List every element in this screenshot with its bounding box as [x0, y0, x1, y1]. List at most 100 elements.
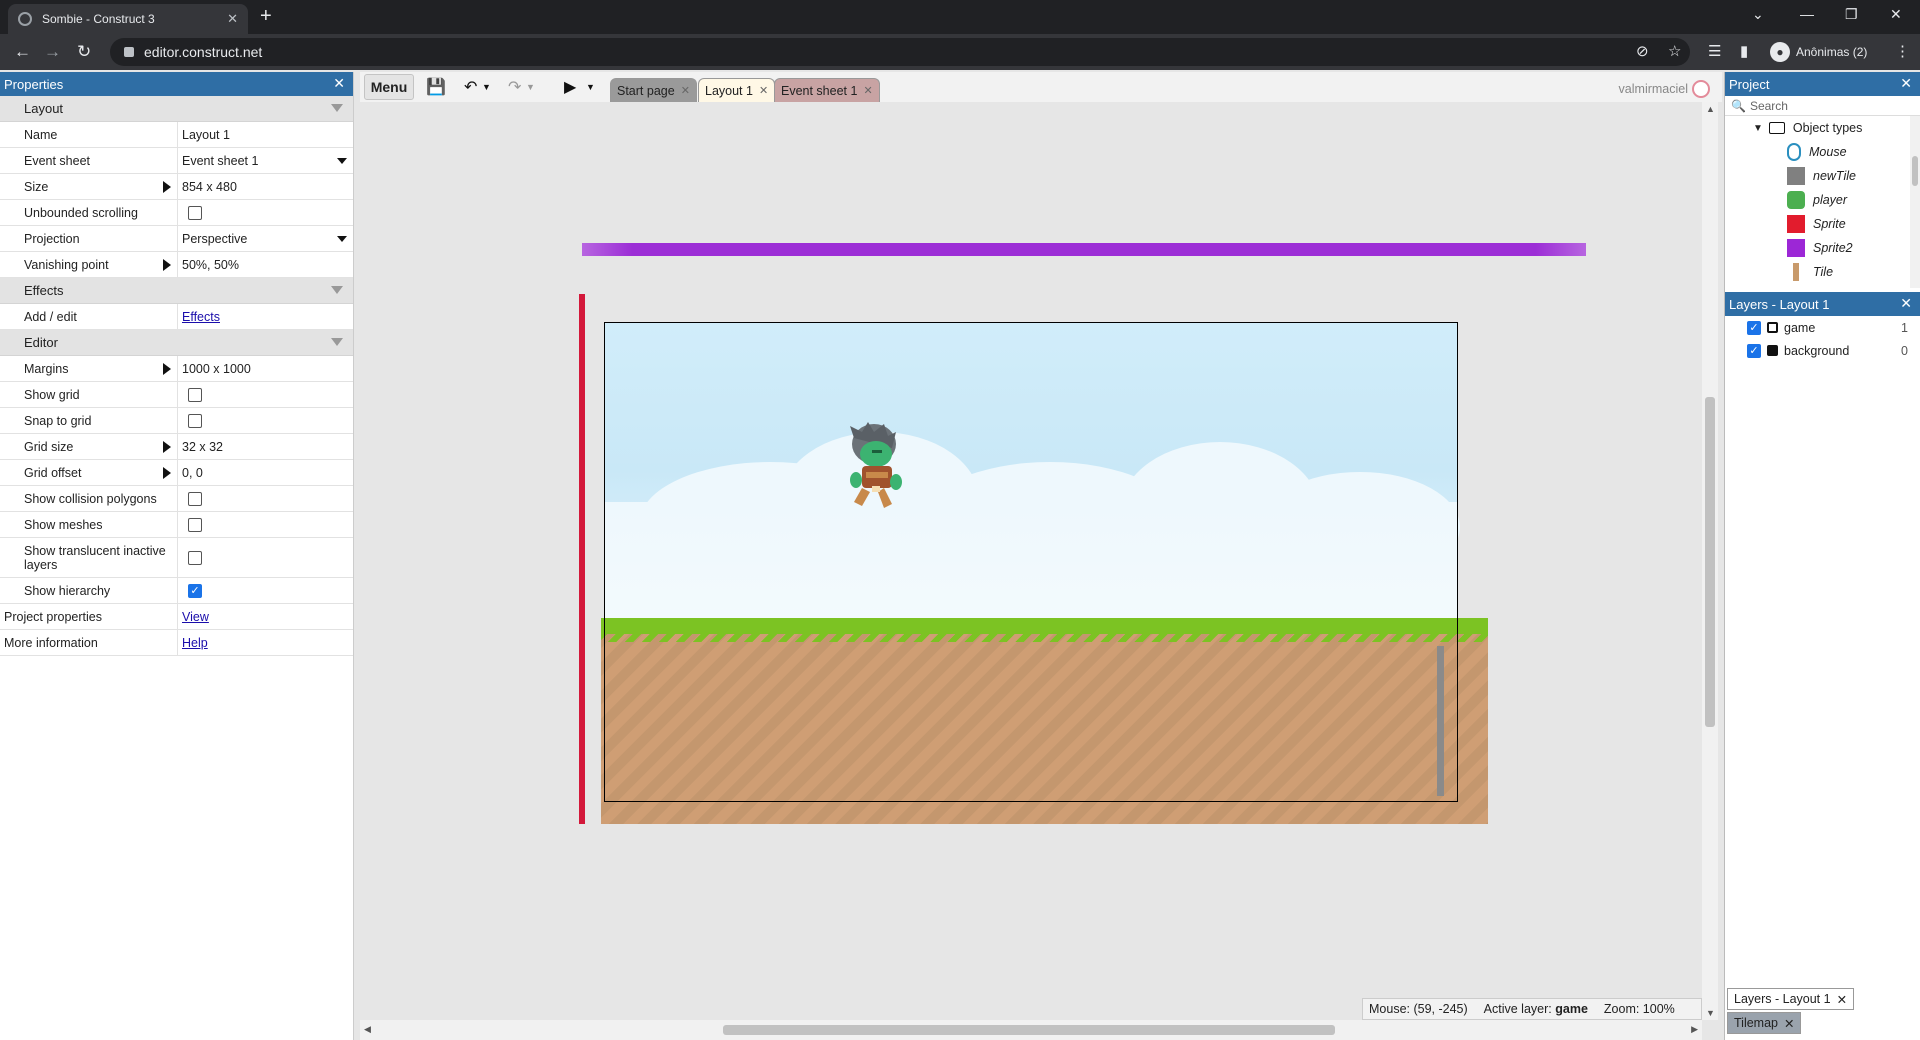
close-tab-icon[interactable]: ✕ — [1837, 992, 1847, 1007]
section-layout[interactable]: Layout — [0, 96, 353, 122]
help-link[interactable]: Help — [182, 636, 208, 650]
unbounded-scrolling-checkbox[interactable] — [188, 205, 202, 220]
scroll-up-icon[interactable]: ▲ — [1706, 104, 1715, 114]
project-search[interactable]: 🔍 Search — [1725, 96, 1920, 116]
scroll-down-icon[interactable]: ▼ — [1706, 1008, 1715, 1018]
translucent-layers-checkbox[interactable] — [188, 550, 202, 565]
redo-icon[interactable]: ↷ — [508, 77, 521, 97]
save-icon[interactable]: 💾 — [426, 77, 446, 97]
side-panel-icon[interactable]: ▮ — [1740, 42, 1748, 60]
show-hierarchy-checkbox[interactable]: ✓ — [188, 583, 202, 598]
forward-icon[interactable]: → — [44, 42, 61, 62]
menu-button[interactable]: Menu — [364, 74, 414, 100]
reload-icon[interactable]: ↻ — [77, 42, 91, 62]
profile-button[interactable]: ● Anônimas (2) — [1770, 40, 1867, 64]
object-newtile[interactable]: newTile — [1725, 164, 1920, 188]
scroll-right-icon[interactable]: ▶ — [1691, 1024, 1698, 1035]
close-tab-icon[interactable]: ✕ — [1784, 1016, 1794, 1031]
redo-dropdown-icon[interactable]: ▼ — [526, 82, 535, 92]
close-tab-icon[interactable]: ✕ — [759, 84, 768, 97]
star-icon[interactable]: ☆ — [1668, 42, 1681, 60]
sprite2-instance[interactable] — [582, 243, 1586, 256]
name-field[interactable]: Layout 1 — [178, 122, 353, 147]
layer-visible-checkbox[interactable]: ✓ — [1747, 343, 1761, 358]
scrollbar-thumb[interactable] — [723, 1025, 1335, 1035]
back-icon[interactable]: ← — [14, 42, 31, 62]
collision-polygons-checkbox[interactable] — [188, 491, 202, 506]
reading-list-icon[interactable]: ☰ — [1708, 42, 1721, 60]
object-player[interactable]: player — [1725, 188, 1920, 212]
expand-icon[interactable] — [163, 180, 171, 193]
object-sprite[interactable]: Sprite — [1725, 212, 1920, 236]
close-tab-icon[interactable]: ✕ — [227, 11, 238, 27]
new-tab-icon[interactable]: + — [260, 5, 272, 28]
tab-event-sheet-1[interactable]: Event sheet 1 ✕ — [774, 78, 880, 102]
kebab-menu-icon[interactable]: ⋮ — [1895, 42, 1910, 60]
show-meshes-checkbox[interactable] — [188, 517, 202, 532]
close-icon[interactable]: ✕ — [1900, 75, 1912, 92]
expand-icon[interactable] — [163, 258, 171, 271]
event-sheet-select[interactable]: Event sheet 1 — [178, 148, 353, 173]
tab-search-icon[interactable]: ⌄ — [1752, 6, 1764, 23]
sprite-instance[interactable] — [579, 294, 585, 824]
scroll-left-icon[interactable]: ◀ — [364, 1024, 371, 1035]
layer-background[interactable]: ✓ background 0 — [1725, 339, 1920, 362]
close-tab-icon[interactable]: ✕ — [863, 84, 872, 97]
lock-icon[interactable] — [1767, 345, 1778, 356]
vanishing-point-field[interactable]: 50%, 50% — [178, 252, 353, 277]
search-input[interactable]: Search — [1750, 99, 1788, 113]
close-icon[interactable]: ✕ — [1900, 295, 1912, 312]
section-effects[interactable]: Effects — [0, 278, 353, 304]
object-tile[interactable]: Tile — [1725, 260, 1920, 284]
tab-layout-1[interactable]: Layout 1 ✕ — [698, 78, 776, 102]
layer-game[interactable]: ✓ game 1 — [1725, 316, 1920, 339]
bottom-tab-tilemap[interactable]: Tilemap ✕ — [1727, 1012, 1802, 1034]
collapse-icon[interactable] — [331, 338, 343, 346]
vertical-scrollbar[interactable]: ▲ ▼ — [1702, 102, 1718, 1020]
player-sprite[interactable] — [844, 422, 904, 514]
layout-canvas[interactable] — [360, 102, 1702, 1020]
expand-icon[interactable] — [163, 440, 171, 453]
layer-visible-checkbox[interactable]: ✓ — [1747, 320, 1761, 335]
expand-icon[interactable] — [163, 362, 171, 375]
object-sprite2[interactable]: Sprite2 — [1725, 236, 1920, 260]
address-bar[interactable]: editor.construct.net — [110, 38, 1690, 66]
effects-link[interactable]: Effects — [182, 310, 220, 324]
close-tab-icon[interactable]: ✕ — [681, 84, 690, 97]
size-field[interactable]: 854 x 480 — [178, 174, 353, 199]
scrollbar-thumb[interactable] — [1705, 397, 1715, 727]
project-scrollbar[interactable] — [1910, 116, 1920, 288]
snap-to-grid-checkbox[interactable] — [188, 413, 202, 428]
projection-select[interactable]: Perspective — [178, 226, 353, 251]
view-link[interactable]: View — [182, 610, 209, 624]
grid-size-field[interactable]: 32 x 32 — [178, 434, 353, 459]
restore-icon[interactable]: ❐ — [1845, 6, 1858, 23]
folder-object-types[interactable]: ▼ Object types — [1725, 116, 1920, 140]
url-text: editor.construct.net — [144, 44, 263, 60]
horizontal-scrollbar[interactable]: ◀ ▶ — [360, 1020, 1702, 1040]
object-mouse[interactable]: Mouse — [1725, 140, 1920, 164]
grid-offset-field[interactable]: 0, 0 — [178, 460, 353, 485]
minimize-icon[interactable]: — — [1800, 6, 1814, 22]
collapse-icon[interactable] — [331, 286, 343, 294]
newtile-instance[interactable] — [1437, 646, 1444, 796]
user-account[interactable]: valmirmaciel — [1619, 80, 1710, 98]
unlock-icon[interactable] — [1767, 322, 1778, 333]
undo-icon[interactable]: ↶ — [464, 77, 477, 97]
browser-tab[interactable]: Sombie - Construct 3 ✕ — [8, 4, 248, 34]
undo-dropdown-icon[interactable]: ▼ — [482, 82, 491, 92]
collapse-icon[interactable] — [331, 104, 343, 112]
margins-field[interactable]: 1000 x 1000 — [178, 356, 353, 381]
bottom-tab-layers[interactable]: Layers - Layout 1 ✕ — [1727, 988, 1855, 1010]
section-editor[interactable]: Editor — [0, 330, 353, 356]
close-icon[interactable]: ✕ — [333, 75, 345, 92]
expand-icon[interactable] — [163, 466, 171, 479]
collapse-arrow-icon[interactable]: ▼ — [1753, 123, 1763, 134]
window-close-icon[interactable]: ✕ — [1890, 6, 1902, 23]
play-dropdown-icon[interactable]: ▼ — [586, 82, 595, 92]
tab-start-page[interactable]: Start page ✕ — [610, 78, 697, 102]
play-icon[interactable]: ▶ — [564, 77, 576, 97]
scrollbar-thumb[interactable] — [1912, 156, 1918, 186]
eye-off-icon[interactable]: ⊘ — [1636, 42, 1649, 60]
show-grid-checkbox[interactable] — [188, 387, 202, 402]
